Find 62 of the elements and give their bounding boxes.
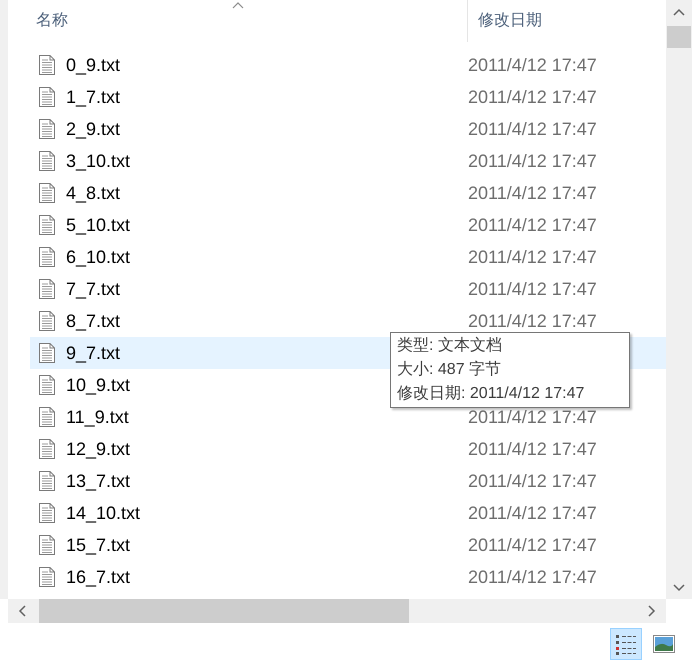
file-name: 12_9.txt xyxy=(66,438,130,460)
modified-date: 2011/4/12 17:47 xyxy=(468,534,597,556)
text-file-icon xyxy=(38,374,56,396)
scroll-left-icon[interactable] xyxy=(18,605,26,617)
file-name: 15_7.txt xyxy=(66,534,130,556)
tooltip-line: 类型: 文本文档 xyxy=(397,336,503,356)
file-name: 6_10.txt xyxy=(66,246,130,268)
modified-date: 2011/4/12 17:47 xyxy=(468,502,597,524)
scroll-down-icon[interactable] xyxy=(673,584,685,592)
text-file-icon xyxy=(38,246,56,268)
file-name: 1_7.txt xyxy=(66,86,120,108)
file-name: 14_10.txt xyxy=(66,502,140,524)
text-file-icon xyxy=(38,214,56,236)
scrollbar-thumb[interactable] xyxy=(667,26,691,48)
scrollbar-thumb[interactable] xyxy=(39,599,409,623)
modified-date: 2011/4/12 17:47 xyxy=(468,86,597,108)
modified-date: 2011/4/12 17:47 xyxy=(468,214,597,236)
file-name: 2_9.txt xyxy=(66,118,120,140)
file-name: 4_8.txt xyxy=(66,182,120,204)
modified-date: 2011/4/12 17:47 xyxy=(468,278,597,300)
modified-date: 2011/4/12 17:47 xyxy=(468,470,597,492)
text-file-icon xyxy=(38,342,56,364)
file-name: 3_10.txt xyxy=(66,150,130,172)
modified-date: 2011/4/12 17:47 xyxy=(468,406,597,428)
scroll-right-icon[interactable] xyxy=(648,605,656,617)
column-header[interactable]: 修改日期 xyxy=(468,0,666,42)
modified-date: 2011/4/12 17:47 xyxy=(468,54,597,76)
text-file-icon xyxy=(38,54,56,76)
text-file-icon xyxy=(38,470,56,492)
text-file-icon xyxy=(38,502,56,524)
text-file-icon xyxy=(38,406,56,428)
text-file-icon xyxy=(38,182,56,204)
vertical-scrollbar[interactable] xyxy=(666,0,692,599)
file-name: 7_7.txt xyxy=(66,278,120,300)
modified-date: 2011/4/12 17:47 xyxy=(468,566,597,588)
modified-date: 2011/4/12 17:47 xyxy=(468,150,597,172)
modified-date: 2011/4/12 17:47 xyxy=(468,310,597,332)
modified-date: 2011/4/12 17:47 xyxy=(468,438,597,460)
text-file-icon xyxy=(38,118,56,140)
file-name: 9_7.txt xyxy=(66,342,120,364)
file-name: 10_9.txt xyxy=(66,374,130,396)
text-file-icon xyxy=(38,310,56,332)
file-name: 13_7.txt xyxy=(66,470,130,492)
column-header[interactable]: 名称 xyxy=(8,0,468,42)
text-file-icon xyxy=(38,534,56,556)
text-file-icon xyxy=(38,438,56,460)
file-name: 0_9.txt xyxy=(66,54,120,76)
text-file-icon xyxy=(38,566,56,588)
tooltip-line: 修改日期: 2011/4/12 17:47 xyxy=(397,384,586,404)
file-name: 16_7.txt xyxy=(66,566,130,588)
file-name: 11_9.txt xyxy=(66,406,129,428)
text-file-icon xyxy=(38,86,56,108)
modified-date: 2011/4/12 17:47 xyxy=(468,246,597,268)
details-view-button[interactable] xyxy=(610,628,642,660)
text-file-icon xyxy=(38,278,56,300)
horizontal-scrollbar[interactable] xyxy=(8,599,666,623)
file-name: 5_10.txt xyxy=(66,214,130,236)
scroll-up-icon[interactable] xyxy=(673,8,685,16)
modified-date: 2011/4/12 17:47 xyxy=(468,182,597,204)
file-name: 8_7.txt xyxy=(66,310,120,332)
text-file-icon xyxy=(38,150,56,172)
modified-date: 2011/4/12 17:47 xyxy=(468,118,597,140)
